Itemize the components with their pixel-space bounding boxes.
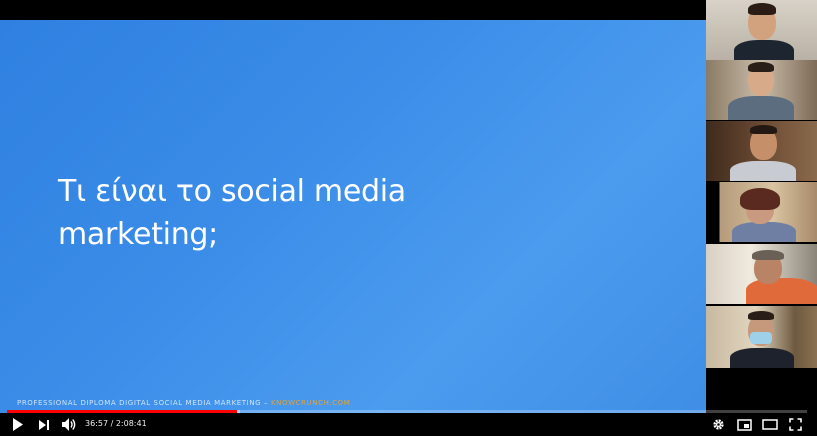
settings-icon [712, 419, 724, 430]
miniplayer-button[interactable] [736, 417, 752, 432]
time-separator: / [108, 419, 116, 428]
volume-button[interactable] [60, 417, 78, 432]
next-button[interactable] [36, 417, 52, 432]
play-icon [13, 418, 23, 431]
participant-gallery [706, 0, 817, 413]
control-bar: 36:57 / 2:08:41 [0, 413, 817, 436]
volume-icon [61, 418, 75, 431]
slide-footer-brand: KNOWCRUNCH.COM [270, 399, 351, 407]
slide-title-line-2: marketing; [58, 217, 218, 252]
video-player[interactable]: Τι είναι το social media marketing; PROF… [0, 0, 817, 436]
participant-tile [706, 121, 817, 181]
participant-tile [706, 244, 817, 304]
current-time: 36:57 [85, 419, 109, 428]
fullscreen-button[interactable] [787, 417, 803, 432]
slide-title: Τι είναι το social media marketing; [58, 170, 458, 256]
theater-button[interactable] [761, 417, 779, 432]
miniplayer-icon [736, 418, 752, 431]
presentation-slide: Τι είναι το social media marketing; PROF… [0, 20, 706, 413]
participant-tile [706, 60, 817, 120]
duration: 2:08:41 [115, 419, 147, 428]
slide-footer: PROFESSIONAL DIPLOMA DIGITAL SOCIAL MEDI… [17, 399, 350, 407]
fullscreen-icon [788, 418, 802, 431]
slide-title-line-1: Τι είναι το social media [58, 174, 406, 209]
participant-tile [706, 0, 817, 60]
participant-tile [706, 306, 817, 368]
participant-tile [706, 182, 817, 242]
theater-icon [762, 419, 778, 430]
slide-footer-text: PROFESSIONAL DIPLOMA DIGITAL SOCIAL MEDI… [17, 399, 271, 407]
time-display: 36:57 / 2:08:41 [85, 419, 147, 428]
play-button[interactable] [10, 417, 26, 432]
settings-button[interactable] [710, 417, 726, 432]
next-icon [39, 419, 49, 430]
